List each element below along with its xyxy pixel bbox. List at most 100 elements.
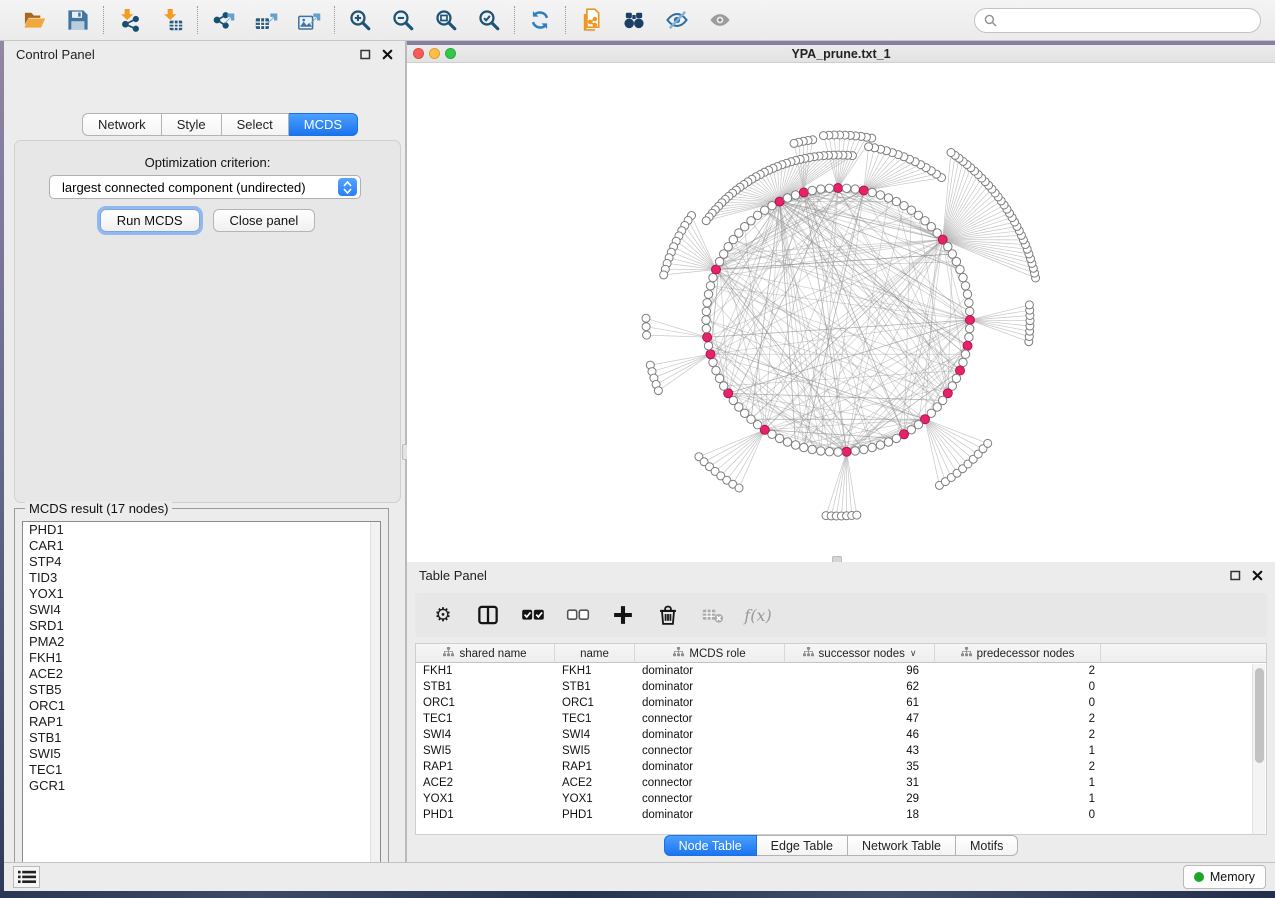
zoom-fit-icon[interactable] [433, 7, 459, 33]
table-row[interactable]: ORC1ORC1dominator610 [416, 695, 1266, 711]
tab-network[interactable]: Network [82, 113, 162, 136]
refresh-layout-icon[interactable] [527, 7, 553, 33]
tab-network-table[interactable]: Network Table [848, 835, 956, 856]
table-row[interactable]: YOX1YOX1connector291 [416, 791, 1266, 807]
network-node[interactable] [876, 441, 884, 449]
mcds-hub-node[interactable] [842, 447, 851, 456]
add-row-icon[interactable] [611, 603, 635, 627]
network-node[interactable] [709, 273, 717, 281]
network-node[interactable] [876, 191, 884, 199]
network-node[interactable] [865, 143, 873, 151]
close-table-panel-icon[interactable] [1252, 570, 1263, 581]
close-panel-button[interactable]: Close panel [213, 209, 316, 232]
tab-mcds[interactable]: MCDS [289, 113, 358, 136]
mcds-hub-node[interactable] [956, 366, 965, 375]
table-row[interactable]: PHD1PHD1dominator180 [416, 807, 1266, 823]
network-node[interactable] [735, 484, 743, 492]
mcds-result-item[interactable]: STB1 [23, 730, 380, 746]
network-node[interactable] [948, 250, 956, 258]
network-node[interactable] [783, 194, 791, 202]
mcds-list-scrollbar[interactable] [370, 522, 380, 872]
table-row[interactable]: ACE2ACE2connector311 [416, 775, 1266, 791]
network-node[interactable] [884, 438, 892, 446]
network-node[interactable] [642, 314, 650, 322]
column-header-successor-nodes[interactable]: successor nodes∨ [785, 644, 935, 663]
network-node[interactable] [892, 434, 900, 442]
open-session-icon[interactable] [22, 7, 48, 33]
show-columns-icon[interactable] [476, 603, 500, 627]
table-row[interactable]: RAP1RAP1dominator352 [416, 759, 1266, 775]
tab-style[interactable]: Style [162, 113, 222, 136]
import-network-icon[interactable] [116, 7, 142, 33]
network-node[interactable] [709, 358, 717, 366]
network-node[interactable] [660, 271, 668, 279]
network-node[interactable] [791, 191, 799, 199]
network-node[interactable] [704, 342, 712, 350]
network-node[interactable] [860, 445, 868, 453]
mcds-result-item[interactable]: RAP1 [23, 714, 380, 730]
zoom-out-icon[interactable] [390, 7, 416, 33]
share-document-icon[interactable] [578, 7, 604, 33]
mcds-result-item[interactable]: ACE2 [23, 666, 380, 682]
column-header-predecessor-nodes[interactable]: predecessor nodes [935, 644, 1101, 663]
network-node[interactable] [808, 445, 816, 453]
column-header-shared-name[interactable]: shared name [416, 644, 555, 663]
select-all-rows-icon[interactable] [521, 603, 545, 627]
network-node[interactable] [966, 307, 974, 315]
mcds-result-item[interactable]: FKH1 [23, 650, 380, 666]
network-node[interactable] [775, 434, 783, 442]
network-node[interactable] [834, 448, 842, 456]
import-table-icon[interactable] [159, 7, 185, 33]
table-scrollbar[interactable] [1252, 664, 1265, 835]
network-node[interactable] [715, 374, 723, 382]
network-node[interactable] [720, 382, 728, 390]
network-node[interactable] [820, 132, 828, 140]
network-node[interactable] [800, 443, 808, 451]
network-node[interactable] [817, 185, 825, 193]
mcds-hub-node[interactable] [706, 350, 715, 359]
network-node[interactable] [791, 441, 799, 449]
network-node[interactable] [642, 323, 650, 331]
mcds-hub-node[interactable] [834, 184, 843, 193]
column-header-name[interactable]: name [555, 644, 635, 663]
column-header-MCDS-role[interactable]: MCDS role [635, 644, 785, 663]
tab-select[interactable]: Select [222, 113, 289, 136]
mcds-result-item[interactable]: SRD1 [23, 618, 380, 634]
table-row[interactable]: FKH1FKH1dominator962 [416, 663, 1266, 679]
mcds-hub-node[interactable] [703, 333, 712, 342]
network-node[interactable] [884, 194, 892, 202]
network-node[interactable] [706, 282, 714, 290]
deselect-all-rows-icon[interactable] [566, 603, 590, 627]
network-node[interactable] [947, 149, 955, 157]
network-node[interactable] [959, 273, 967, 281]
mcds-result-item[interactable]: GCR1 [23, 778, 380, 794]
float-table-panel-icon[interactable] [1230, 570, 1241, 581]
mcds-result-item[interactable]: TID3 [23, 570, 380, 586]
mcds-hub-node[interactable] [859, 186, 868, 195]
network-node[interactable] [654, 387, 662, 395]
toolbar-search-field[interactable] [974, 8, 1261, 33]
network-node[interactable] [703, 299, 711, 307]
mcds-hub-node[interactable] [775, 197, 784, 206]
network-node[interactable] [851, 185, 859, 193]
task-history-button[interactable] [13, 866, 40, 888]
tab-node-table[interactable]: Node Table [664, 835, 757, 856]
table-scrollbar-thumb[interactable] [1255, 668, 1264, 763]
mcds-result-item[interactable]: CAR1 [23, 538, 380, 554]
search-input[interactable] [1002, 13, 1251, 27]
network-node[interactable] [842, 184, 850, 192]
network-node[interactable] [783, 438, 791, 446]
run-mcds-button[interactable]: Run MCDS [100, 209, 200, 232]
settings-gear-icon[interactable]: ⚙ [431, 603, 455, 627]
network-node[interactable] [851, 447, 859, 455]
mcds-result-item[interactable]: SWI4 [23, 602, 380, 618]
mcds-hub-node[interactable] [963, 341, 972, 350]
float-panel-icon[interactable] [360, 49, 371, 60]
table-row[interactable]: STB1STB1dominator620 [416, 679, 1266, 695]
network-node[interactable] [959, 358, 967, 366]
network-node[interactable] [965, 299, 973, 307]
zoom-selected-icon[interactable] [476, 7, 502, 33]
table-row[interactable]: TEC1TEC1connector472 [416, 711, 1266, 727]
delete-row-icon[interactable] [656, 603, 680, 627]
export-image-icon[interactable] [296, 7, 322, 33]
